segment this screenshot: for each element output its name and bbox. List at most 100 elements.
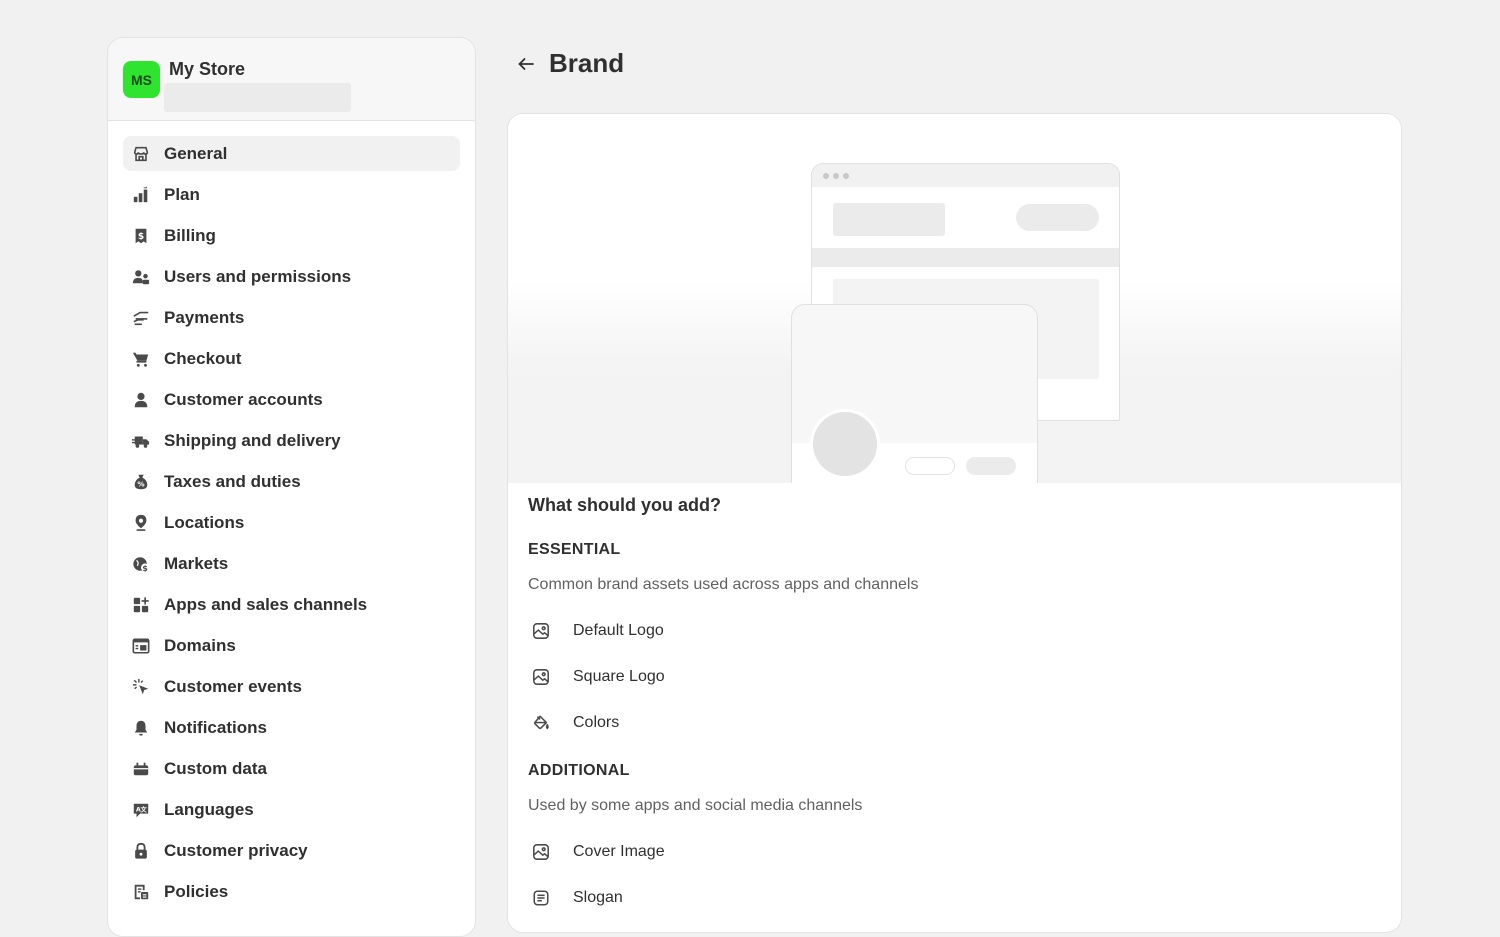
sidebar-item-label: Billing	[164, 225, 216, 245]
sidebar-item-domains[interactable]: Domains	[123, 628, 460, 663]
sidebar-item-checkout[interactable]: Checkout	[123, 341, 460, 376]
policy-icon	[131, 882, 151, 902]
paint-bucket-icon	[528, 710, 554, 736]
asset-default-logo[interactable]: Default Logo	[528, 608, 1381, 654]
asset-label: Colors	[573, 714, 620, 731]
sidebar-item-label: Customer events	[164, 676, 302, 696]
store-url-placeholder	[164, 83, 351, 112]
sidebar-item-label: Checkout	[164, 348, 242, 368]
sidebar-item-payments[interactable]: Payments	[123, 300, 460, 335]
sidebar-item-languages[interactable]: A文 Languages	[123, 792, 460, 827]
sidebar-item-label: Custom data	[164, 758, 267, 778]
essential-heading: ESSENTIAL	[528, 541, 621, 558]
sidebar-item-custom-data[interactable]: Custom data	[123, 751, 460, 786]
sidebar-item-label: Markets	[164, 553, 229, 573]
sidebar-item-label: Plan	[164, 184, 200, 204]
image-icon	[528, 839, 554, 865]
brand-illustration	[508, 114, 1401, 483]
image-icon	[528, 618, 554, 644]
asset-label: Cover Image	[573, 843, 665, 860]
sidebar-item-billing[interactable]: $ Billing	[123, 218, 460, 253]
sidebar-item-customer-accounts[interactable]: Customer accounts	[123, 382, 460, 417]
sidebar-item-locations[interactable]: Locations	[123, 505, 460, 540]
store-icon	[131, 144, 151, 164]
back-arrow-icon[interactable]	[513, 51, 539, 77]
window-dot-icon	[823, 173, 829, 179]
sidebar-item-label: Locations	[164, 512, 245, 532]
domain-icon	[131, 636, 151, 656]
sidebar-item-plan[interactable]: Plan	[123, 177, 460, 212]
sidebar-item-label: Domains	[164, 635, 236, 655]
essential-description: Common brand assets used across apps and…	[528, 576, 919, 593]
sidebar-item-label: General	[164, 143, 228, 163]
bell-icon	[131, 718, 151, 738]
cart-icon	[131, 349, 151, 369]
svg-text:$: $	[142, 562, 148, 572]
window-dot-icon	[843, 173, 849, 179]
truck-icon	[131, 431, 151, 451]
store-header[interactable]: MS My Store	[108, 38, 475, 121]
sidebar-item-taxes-and-duties[interactable]: % Taxes and duties	[123, 464, 460, 499]
location-pin-icon	[131, 513, 151, 533]
cursor-click-icon	[131, 677, 151, 697]
mockup-avatar-placeholder	[810, 409, 880, 479]
sidebar-item-label: Apps and sales channels	[164, 594, 368, 614]
sidebar-item-shipping-and-delivery[interactable]: Shipping and delivery	[123, 423, 460, 458]
mockup-pill-filled	[966, 457, 1016, 475]
svg-text:$: $	[138, 232, 144, 242]
additional-heading: ADDITIONAL	[528, 762, 630, 779]
essential-list: Default Logo Square Logo Colors	[528, 608, 1381, 746]
hand-card-icon	[131, 308, 151, 328]
sidebar-item-customer-privacy[interactable]: Customer privacy	[123, 833, 460, 868]
chart-bars-icon	[131, 185, 151, 205]
sidebar-item-apps-and-sales-channels[interactable]: Apps and sales channels	[123, 587, 460, 622]
asset-square-logo[interactable]: Square Logo	[528, 654, 1381, 700]
users-icon	[131, 267, 151, 287]
money-bag-icon: %	[131, 472, 151, 492]
sidebar-item-policies[interactable]: Policies	[123, 874, 460, 909]
asset-label: Default Logo	[573, 622, 664, 639]
svg-text:文: 文	[141, 804, 148, 813]
sidebar-item-customer-events[interactable]: Customer events	[123, 669, 460, 704]
apps-add-icon	[131, 595, 151, 615]
sidebar-item-label: Customer accounts	[164, 389, 323, 409]
section-question: What should you add?	[528, 495, 721, 515]
asset-label: Slogan	[573, 889, 623, 906]
additional-description: Used by some apps and social media chann…	[528, 797, 863, 814]
brand-card: What should you add? ESSENTIAL Common br…	[507, 113, 1402, 933]
asset-colors[interactable]: Colors	[528, 700, 1381, 746]
page-title: Brand	[549, 48, 625, 78]
sidebar-item-label: Notifications	[164, 717, 267, 737]
settings-sidebar: MS My Store General Plan $ Billing Users…	[107, 37, 476, 937]
asset-cover-image[interactable]: Cover Image	[528, 829, 1381, 875]
asset-label: Square Logo	[573, 668, 665, 685]
database-icon	[131, 759, 151, 779]
globe-dollar-icon: $	[131, 554, 151, 574]
sidebar-item-label: Customer privacy	[164, 840, 308, 860]
receipt-dollar-icon: $	[131, 226, 151, 246]
sidebar-item-label: Taxes and duties	[164, 471, 301, 491]
additional-list: Cover Image Slogan	[528, 829, 1381, 921]
window-dot-icon	[833, 173, 839, 179]
sidebar-item-general[interactable]: General	[123, 136, 460, 171]
sidebar-item-label: Payments	[164, 307, 245, 327]
text-block-icon	[528, 885, 554, 911]
mockup-button-placeholder	[1016, 204, 1099, 231]
sidebar-item-label: Policies	[164, 881, 229, 901]
sidebar-item-users-and-permissions[interactable]: Users and permissions	[123, 259, 460, 294]
sidebar-item-markets[interactable]: $ Markets	[123, 546, 460, 581]
store-name: My Store	[169, 59, 246, 79]
brand-assets-section: What should you add? ESSENTIAL Common br…	[508, 483, 1401, 921]
mockup-pill-outline	[905, 457, 955, 475]
asset-slogan[interactable]: Slogan	[528, 875, 1381, 921]
sidebar-item-label: Users and permissions	[164, 266, 352, 286]
page-header: Brand	[513, 48, 624, 79]
lock-icon	[131, 841, 151, 861]
browser-mockup-titlebar	[812, 164, 1119, 187]
translate-icon: A文	[131, 800, 151, 820]
mockup-nav-strip	[812, 248, 1119, 267]
store-avatar[interactable]: MS	[123, 61, 160, 98]
person-icon	[131, 390, 151, 410]
svg-text:%: %	[137, 479, 144, 488]
sidebar-item-notifications[interactable]: Notifications	[123, 710, 460, 745]
